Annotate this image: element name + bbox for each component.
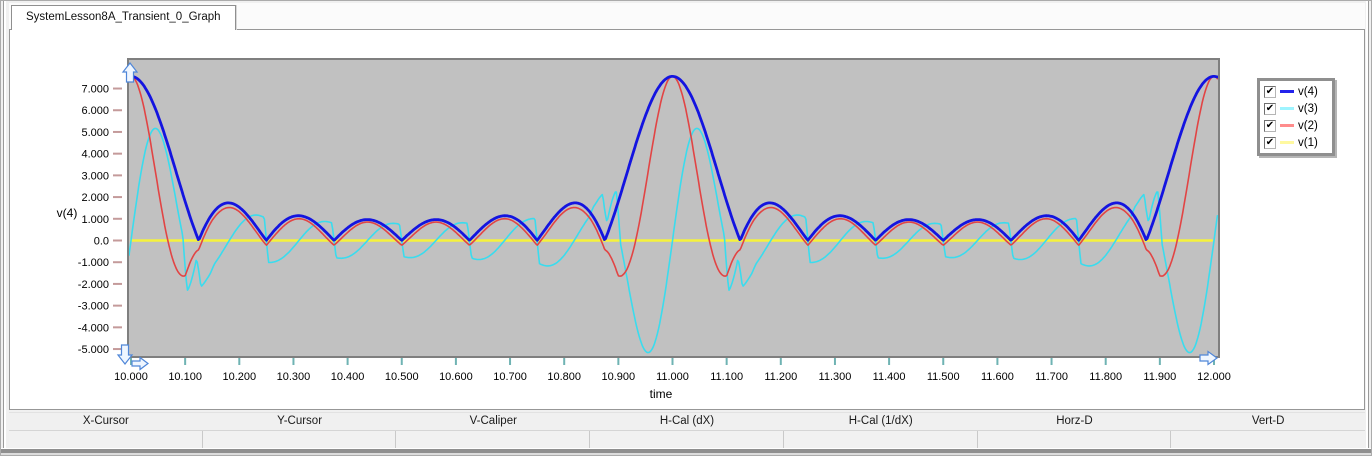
legend-label: v(1) bbox=[1298, 136, 1318, 149]
tab-transient-graph[interactable]: SystemLesson8A_Transient_0_Graph bbox=[11, 5, 236, 30]
y-tick-label: -1.000 bbox=[78, 257, 109, 269]
legend-label: v(2) bbox=[1298, 119, 1318, 132]
x-tick-label: 10.400 bbox=[331, 371, 365, 383]
y-tick-label: 6.000 bbox=[81, 105, 109, 117]
plot-canvas: 10.000 10.100 10.200 10.300 10.400 10.500 10.6… bbox=[57, 58, 1231, 401]
toolbar-label-v-caliper: V-Caliper bbox=[469, 415, 517, 427]
toolbar-value-cell-vert-d[interactable] bbox=[1171, 431, 1365, 448]
legend-row-v4: ✔ v(4) bbox=[1262, 83, 1330, 100]
toolbar-label-y-cursor: Y-Cursor bbox=[277, 415, 323, 427]
toolbar-value-cell-x-cursor[interactable] bbox=[9, 431, 203, 448]
y-tick-label: -5.000 bbox=[78, 344, 109, 356]
y-tick-label: 2.000 bbox=[81, 192, 109, 204]
toolbar-label-h-cal-dx-: H-Cal (dX) bbox=[659, 415, 715, 427]
tab-title: SystemLesson8A_Transient_0_Graph bbox=[26, 11, 221, 23]
legend-color-swatch bbox=[1280, 124, 1294, 127]
y-tick-label: 7.000 bbox=[81, 84, 109, 96]
x-tick-label: 11.800 bbox=[1089, 371, 1122, 383]
toolbar-label-horz-d: Horz-D bbox=[1056, 415, 1093, 427]
toolbar-value-cell-h-cal-1-dx-[interactable] bbox=[783, 431, 978, 448]
toolbar-value-cell-horz-d[interactable] bbox=[977, 431, 1172, 448]
x-tick-label: 11.500 bbox=[927, 371, 960, 383]
y-tick-label: 0.0 bbox=[94, 236, 109, 248]
legend-row-v3: ✔ v(3) bbox=[1262, 100, 1330, 117]
legend-label: v(4) bbox=[1298, 85, 1318, 98]
legend-checkbox-v2[interactable]: ✔ bbox=[1264, 119, 1276, 132]
x-tick-label: 11.000 bbox=[656, 371, 689, 383]
y-tick-label: 4.000 bbox=[81, 149, 109, 161]
x-tick-label: 12.000 bbox=[1197, 371, 1231, 383]
legend-color-swatch bbox=[1280, 141, 1294, 144]
toolbar-label-h-cal-1-dx-: H-Cal (1/dX) bbox=[848, 415, 913, 427]
legend-color-swatch bbox=[1280, 90, 1294, 93]
x-tick-label: 11.400 bbox=[873, 371, 906, 383]
legend-label: v(3) bbox=[1298, 102, 1318, 115]
legend-checkbox-v3[interactable]: ✔ bbox=[1264, 102, 1276, 115]
x-tick-label: 11.100 bbox=[710, 371, 743, 383]
y-tick-label: 3.000 bbox=[81, 170, 109, 182]
x-tick-label: 10.300 bbox=[277, 371, 311, 383]
x-axis-left-handle-right-arrow-icon[interactable] bbox=[131, 356, 149, 371]
y-tick-label: -2.000 bbox=[78, 279, 109, 291]
x-tick-label: 10.200 bbox=[222, 371, 256, 383]
legend-checkbox-v1[interactable]: ✔ bbox=[1264, 136, 1276, 149]
x-tick-label: 10.800 bbox=[547, 371, 581, 383]
y-tick-label: -4.000 bbox=[78, 322, 109, 334]
toolbar-value-cell-y-cursor[interactable] bbox=[202, 431, 397, 448]
graph-window: SystemLesson8A_Transient_0_Graph 10.000 1… bbox=[0, 0, 1372, 456]
x-tick-label: 11.700 bbox=[1035, 371, 1068, 383]
x-tick-label: 11.300 bbox=[819, 371, 852, 383]
toolbar-value-cell-v-caliper[interactable] bbox=[396, 431, 591, 448]
x-axis-title: time bbox=[650, 387, 673, 401]
x-tick-label: 10.900 bbox=[602, 371, 636, 383]
x-tick-label: 10.700 bbox=[493, 371, 527, 383]
y-tick-label: 5.000 bbox=[81, 127, 109, 139]
x-tick-label: 11.200 bbox=[764, 371, 797, 383]
plot-area[interactable] bbox=[127, 58, 1220, 358]
legend-box: ✔ v(4) ✔ v(3) ✔ v(2) ✔ v(1) bbox=[1257, 78, 1335, 156]
legend-row-v1: ✔ v(1) bbox=[1262, 134, 1330, 151]
legend-checkbox-v4[interactable]: ✔ bbox=[1264, 85, 1276, 98]
cursor-toolbar-cells bbox=[9, 430, 1365, 448]
x-tick-label: 11.900 bbox=[1143, 371, 1176, 383]
x-tick-label: 10.500 bbox=[385, 371, 419, 383]
legend-color-swatch bbox=[1280, 107, 1294, 110]
cursor-toolbar-labels: X-Cursor Y-Cursor V-Caliper H-Cal (dX) H-Cal… bbox=[9, 412, 1365, 430]
x-tick-label: 10.100 bbox=[168, 371, 202, 383]
y-axis-title: v(4) bbox=[57, 206, 78, 220]
legend-row-v2: ✔ v(2) bbox=[1262, 117, 1330, 134]
toolbar-label-x-cursor: X-Cursor bbox=[82, 415, 129, 427]
y-tick-label: -3.000 bbox=[78, 301, 109, 313]
x-tick-label: 11.600 bbox=[981, 371, 1014, 383]
x-tick-label: 10.600 bbox=[439, 371, 473, 383]
y-tick-label: 1.000 bbox=[81, 214, 109, 226]
toolbar-label-vert-d: Vert-D bbox=[1251, 415, 1285, 427]
x-tick-label: 10.000 bbox=[114, 371, 148, 383]
toolbar-value-cell-h-cal-dx-[interactable] bbox=[590, 431, 784, 448]
